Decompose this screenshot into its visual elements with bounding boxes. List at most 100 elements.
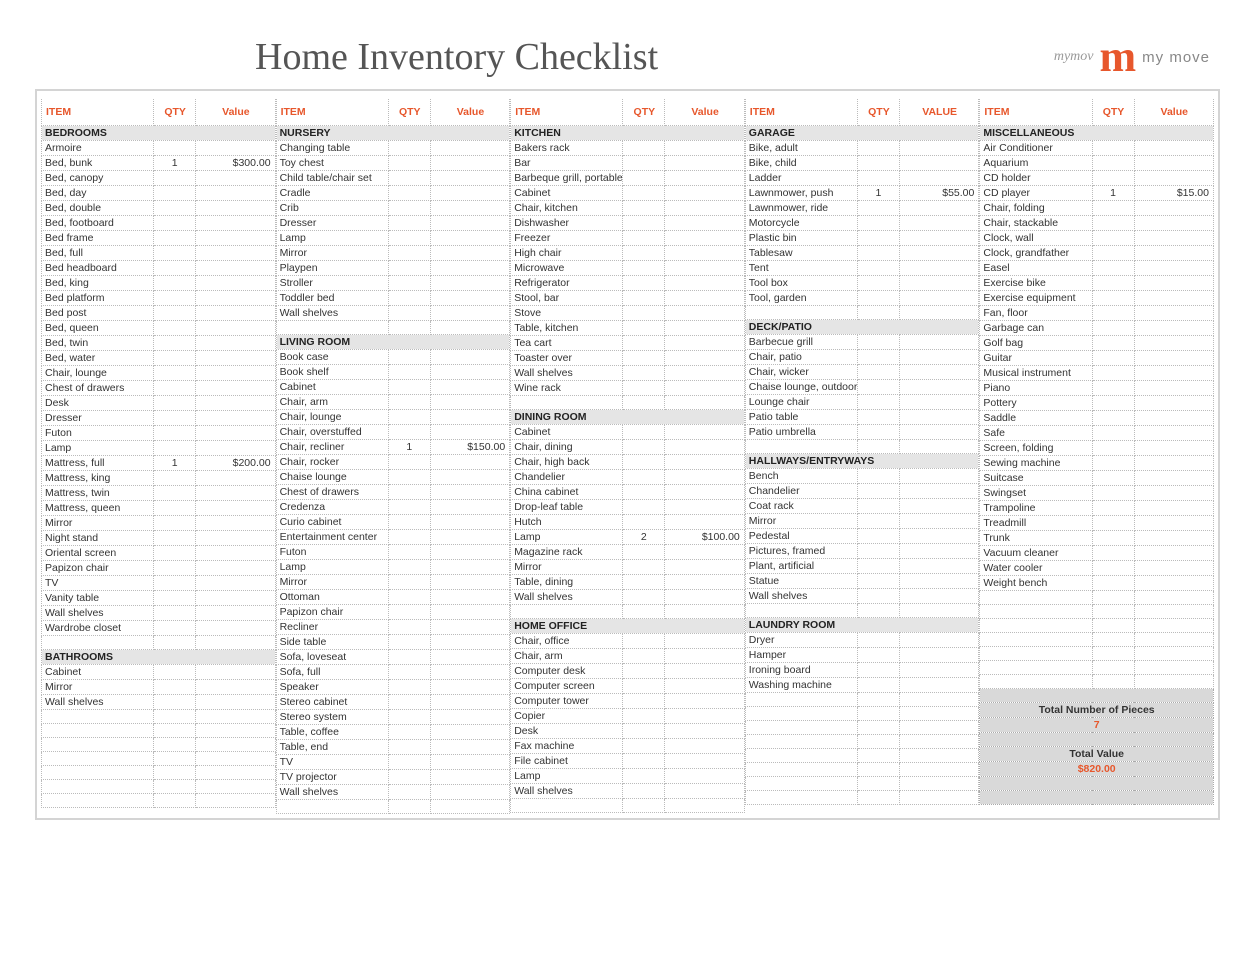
item-cell[interactable]: Exercise equipment — [980, 290, 1092, 305]
qty-cell[interactable] — [857, 364, 899, 379]
item-cell[interactable]: Chair, overstuffed — [276, 424, 388, 439]
qty-cell[interactable] — [623, 305, 665, 320]
qty-cell[interactable] — [154, 305, 196, 320]
item-cell[interactable]: Cabinet — [42, 664, 154, 679]
qty-cell[interactable] — [857, 260, 899, 275]
qty-cell[interactable] — [154, 664, 196, 679]
item-cell[interactable]: Ironing board — [745, 662, 857, 677]
item-cell[interactable]: Bed post — [42, 305, 154, 320]
qty-cell[interactable] — [1092, 290, 1134, 305]
value-cell[interactable] — [899, 379, 978, 394]
qty-cell[interactable] — [388, 514, 430, 529]
value-cell[interactable] — [1134, 440, 1213, 455]
qty-cell[interactable] — [1092, 604, 1134, 618]
qty-cell[interactable] — [1092, 200, 1134, 215]
qty-cell[interactable] — [857, 776, 899, 790]
value-cell[interactable] — [196, 275, 275, 290]
item-cell[interactable]: Golf bag — [980, 335, 1092, 350]
value-cell[interactable] — [1134, 305, 1213, 320]
qty-cell[interactable] — [857, 483, 899, 498]
value-cell[interactable] — [430, 544, 509, 559]
qty-cell[interactable] — [1092, 618, 1134, 632]
value-cell[interactable] — [1134, 515, 1213, 530]
qty-cell[interactable] — [623, 320, 665, 335]
qty-cell[interactable] — [388, 349, 430, 364]
qty-cell[interactable] — [154, 245, 196, 260]
qty-cell[interactable] — [388, 170, 430, 185]
item-cell[interactable]: Curio cabinet — [276, 514, 388, 529]
value-cell[interactable] — [196, 793, 275, 807]
item-cell[interactable] — [42, 751, 154, 765]
item-cell[interactable]: Barbecue grill — [745, 334, 857, 349]
item-cell[interactable]: Armoire — [42, 140, 154, 155]
qty-cell[interactable] — [154, 140, 196, 155]
item-cell[interactable]: Safe — [980, 425, 1092, 440]
item-cell[interactable] — [745, 720, 857, 734]
item-cell[interactable]: Lamp — [511, 768, 623, 783]
qty-cell[interactable] — [388, 664, 430, 679]
item-cell[interactable]: Night stand — [42, 530, 154, 545]
value-cell[interactable]: $100.00 — [665, 529, 744, 544]
qty-cell[interactable] — [1092, 545, 1134, 560]
item-cell[interactable]: Wall shelves — [276, 784, 388, 799]
qty-cell[interactable] — [154, 679, 196, 694]
qty-cell[interactable] — [388, 604, 430, 619]
qty-cell[interactable] — [623, 260, 665, 275]
value-cell[interactable] — [430, 619, 509, 634]
value-cell[interactable] — [1134, 455, 1213, 470]
value-cell[interactable] — [430, 409, 509, 424]
item-cell[interactable]: Statue — [745, 573, 857, 588]
value-cell[interactable] — [430, 170, 509, 185]
item-cell[interactable]: Swingset — [980, 485, 1092, 500]
qty-cell[interactable] — [1092, 260, 1134, 275]
qty-cell[interactable] — [857, 379, 899, 394]
value-cell[interactable] — [899, 305, 978, 319]
item-cell[interactable] — [745, 734, 857, 748]
qty-cell[interactable] — [154, 709, 196, 723]
value-cell[interactable] — [665, 544, 744, 559]
value-cell[interactable] — [1134, 674, 1213, 688]
value-cell[interactable] — [430, 215, 509, 230]
value-cell[interactable] — [430, 724, 509, 739]
value-cell[interactable] — [430, 185, 509, 200]
value-cell[interactable] — [899, 603, 978, 617]
qty-cell[interactable] — [388, 230, 430, 245]
item-cell[interactable]: Chair, arm — [276, 394, 388, 409]
value-cell[interactable] — [665, 633, 744, 648]
qty-cell[interactable] — [1092, 646, 1134, 660]
qty-cell[interactable] — [857, 230, 899, 245]
qty-cell[interactable] — [857, 647, 899, 662]
item-cell[interactable]: Wall shelves — [745, 588, 857, 603]
qty-cell[interactable] — [623, 140, 665, 155]
value-cell[interactable] — [665, 439, 744, 454]
value-cell[interactable] — [196, 365, 275, 380]
qty-cell[interactable] — [1092, 395, 1134, 410]
item-cell[interactable] — [745, 790, 857, 804]
item-cell[interactable]: Wall shelves — [511, 589, 623, 604]
item-cell[interactable]: Chair, patio — [745, 349, 857, 364]
value-cell[interactable] — [196, 230, 275, 245]
value-cell[interactable] — [899, 409, 978, 424]
value-cell[interactable] — [196, 140, 275, 155]
item-cell[interactable]: Chair, folding — [980, 200, 1092, 215]
item-cell[interactable]: Dishwasher — [511, 215, 623, 230]
item-cell[interactable]: Oriental screen — [42, 545, 154, 560]
qty-cell[interactable] — [154, 425, 196, 440]
qty-cell[interactable]: 2 — [623, 529, 665, 544]
item-cell[interactable]: Stove — [511, 305, 623, 320]
value-cell[interactable] — [196, 515, 275, 530]
value-cell[interactable] — [899, 260, 978, 275]
qty-cell[interactable] — [623, 275, 665, 290]
item-cell[interactable]: Patio table — [745, 409, 857, 424]
item-cell[interactable] — [276, 320, 388, 334]
item-cell[interactable]: CD player — [980, 185, 1092, 200]
item-cell[interactable]: Dresser — [42, 410, 154, 425]
item-cell[interactable]: Saddle — [980, 410, 1092, 425]
qty-cell[interactable] — [154, 170, 196, 185]
qty-cell[interactable] — [623, 245, 665, 260]
qty-cell[interactable] — [388, 574, 430, 589]
item-cell[interactable]: Bench — [745, 468, 857, 483]
qty-cell[interactable] — [1092, 590, 1134, 604]
item-cell[interactable]: Bed headboard — [42, 260, 154, 275]
item-cell[interactable]: Futon — [276, 544, 388, 559]
